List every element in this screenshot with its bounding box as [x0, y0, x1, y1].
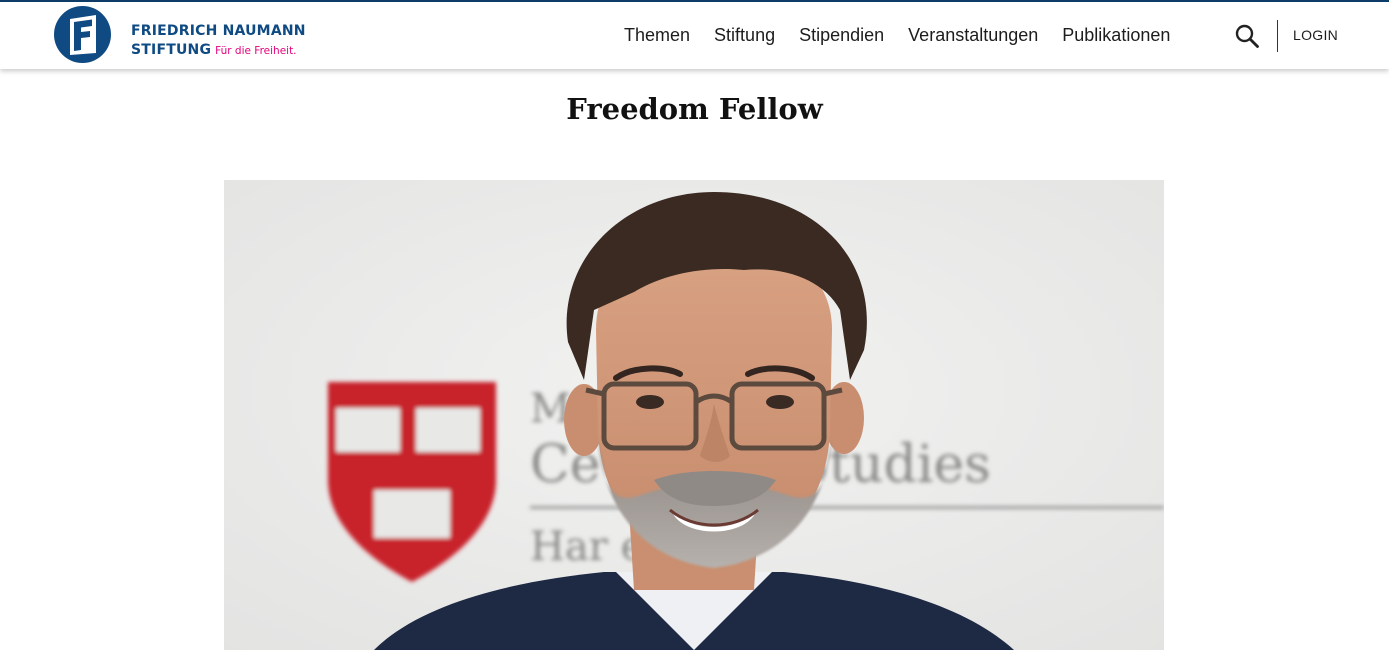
nav-divider — [1277, 20, 1278, 52]
brand-name-line2-row: STIFTUNG Für die Freiheit. — [131, 40, 306, 60]
fellow-portrait-photo: Mi urg Ce opean Studies Har ersity — [224, 180, 1164, 650]
brand-wordmark: FRIEDRICH NAUMANN STIFTUNG Für die Freihe… — [131, 23, 306, 60]
login-link[interactable]: LOGIN — [1293, 27, 1338, 43]
nav-item-stipendien[interactable]: Stipendien — [799, 25, 884, 46]
nav-item-stiftung[interactable]: Stiftung — [714, 25, 775, 46]
nav-item-publikationen[interactable]: Publikationen — [1062, 25, 1170, 46]
brand-logo[interactable]: FRIEDRICH NAUMANN STIFTUNG Für die Freihe… — [54, 6, 314, 66]
nav-item-veranstaltungen[interactable]: Veranstaltungen — [908, 25, 1038, 46]
main-navigation: Themen Stiftung Stipendien Veranstaltung… — [612, 22, 1182, 48]
nav-item-themen[interactable]: Themen — [624, 25, 690, 46]
fnf-logo-icon — [54, 6, 111, 63]
hero-image: Mi urg Ce opean Studies Har ersity — [224, 180, 1164, 650]
brand-tagline: Für die Freiheit. — [215, 45, 297, 57]
page-title: Freedom Fellow — [566, 92, 823, 126]
brand-name-line1: FRIEDRICH NAUMANN — [131, 23, 306, 39]
site-header: FRIEDRICH NAUMANN STIFTUNG Für die Freihe… — [0, 2, 1389, 69]
brand-name-line2: STIFTUNG — [131, 42, 212, 58]
search-icon[interactable] — [1234, 23, 1260, 49]
